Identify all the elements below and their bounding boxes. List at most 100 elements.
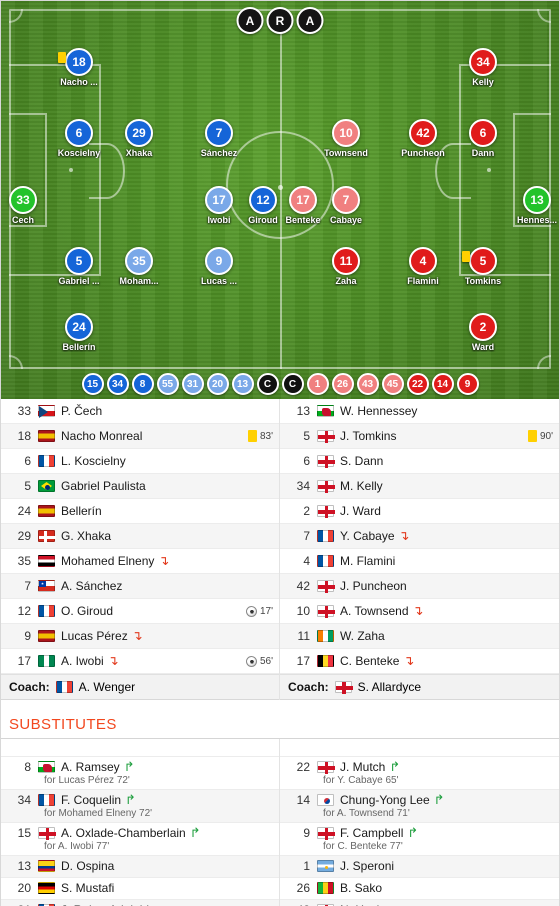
bench-player-13[interactable]: 13 — [231, 373, 254, 395]
lineup-row-home-9[interactable]: 9 Lucas Pérez ↴ — [1, 624, 279, 649]
lineup-number: 13 — [296, 404, 310, 418]
bench-player-45[interactable]: 45 — [381, 373, 404, 395]
nationality-flag-icon — [317, 605, 335, 618]
sub-row-home-15[interactable]: 15 A. Oxlade-Chamberlain ↱ for A. Iwobi 77' — [1, 823, 279, 856]
nationality-flag-icon — [317, 794, 334, 806]
sub-row-away-43[interactable]: 43N. Husin — [280, 900, 559, 906]
lineup-row-home-12[interactable]: 12 O. Giroud 17' — [1, 599, 279, 624]
lineup-row-home-18[interactable]: 18 Nacho Monreal 83' — [1, 424, 279, 449]
competition-badge-1[interactable]: A — [236, 7, 264, 34]
pitch-player-away-42[interactable]: 42 Puncheon — [390, 119, 456, 158]
competition-badge-3[interactable]: A — [296, 7, 324, 34]
lineup-player-name: Lucas Pérez ↴ — [61, 629, 143, 643]
pitch-player-away-5[interactable]: 5 Tomkins — [450, 247, 516, 286]
pitch-player-home-18[interactable]: 18 Nacho ... — [46, 48, 112, 87]
lineup-row-away-34[interactable]: 34 M. Kelly — [280, 474, 559, 499]
lineup-row-home-5[interactable]: 5 Gabriel Paulista — [1, 474, 279, 499]
bench-player-14[interactable]: 14 — [431, 373, 454, 395]
bench-player-9[interactable]: 9 — [456, 373, 479, 395]
lineup-row-home-17[interactable]: 17 A. Iwobi ↴ 56' — [1, 649, 279, 674]
pitch-player-away-11[interactable]: 11 Zaha — [313, 247, 379, 286]
substituted-on-icon: ↱ — [389, 760, 401, 774]
pitch-player-away-6[interactable]: 6 Dann — [450, 119, 516, 158]
lineup-row-away-2[interactable]: 2 J. Ward — [280, 499, 559, 524]
lineup-number: 5 — [24, 479, 31, 493]
pitch-player-home-24[interactable]: 24 Bellerín — [46, 313, 112, 352]
pitch-player-home-7[interactable]: 7 Sánchez — [186, 119, 252, 158]
sub-number: 15 — [17, 826, 31, 840]
bench-coach-icon[interactable]: C — [256, 373, 279, 395]
pitch-player-away-13[interactable]: 13 Hennes... — [504, 186, 559, 225]
bench-player-8[interactable]: 8 — [131, 373, 154, 395]
lineup-number: 24 — [17, 504, 31, 518]
lineup-player-name: C. Benteke ↴ — [340, 654, 415, 668]
lineup-row-home-33[interactable]: 33 P. Čech — [1, 399, 279, 424]
lineup-row-away-11[interactable]: 11 W. Zaha — [280, 624, 559, 649]
player-shirt-number: 33 — [9, 186, 37, 214]
sub-row-away-22[interactable]: 22 J. Mutch ↱ for Y. Cabaye 65' — [280, 757, 559, 790]
pitch-player-away-7[interactable]: 7 Cabaye — [313, 186, 379, 225]
sub-row-away-14[interactable]: 14 Chung-Yong Lee ↱ for A. Townsend 71' — [280, 790, 559, 823]
pitch-player-home-5[interactable]: 5 Gabriel ... — [46, 247, 112, 286]
lineup-row-home-7[interactable]: 7 A. Sánchez — [1, 574, 279, 599]
sub-row-home-13[interactable]: 13 D. Ospina — [1, 856, 279, 878]
lineup-player-name: Gabriel Paulista — [61, 479, 146, 493]
bench-player-26[interactable]: 26 — [331, 373, 354, 395]
sub-row-home-31[interactable]: 31J. Reine-Adelaide — [1, 900, 279, 906]
lineup-row-away-42[interactable]: 42 J. Puncheon — [280, 574, 559, 599]
lineup-player-name: S. Dann — [340, 454, 384, 468]
lineup-player-name: Nacho Monreal — [61, 429, 143, 443]
bench-player-20[interactable]: 20 — [206, 373, 229, 395]
nationality-flag-icon — [317, 655, 334, 667]
sub-row-main: 20 S. Mustafi — [5, 881, 273, 895]
lineup-row-away-10[interactable]: 10 A. Townsend ↴ — [280, 599, 559, 624]
lineup-row-away-5[interactable]: 5 J. Tomkins 90' — [280, 424, 559, 449]
substituted-off-icon: ↴ — [403, 654, 415, 668]
bench-player-43[interactable]: 43 — [356, 373, 379, 395]
sub-row-home-20[interactable]: 20 S. Mustafi — [1, 878, 279, 900]
lineup-row-home-29[interactable]: 29 G. Xhaka — [1, 524, 279, 549]
lineup-row-away-13[interactable]: 13 W. Hennessey — [280, 399, 559, 424]
bench-coach-icon[interactable]: C — [281, 373, 304, 395]
pitch-player-home-9[interactable]: 9 Lucas ... — [186, 247, 252, 286]
lineup-events: 17' — [245, 605, 273, 617]
player-shirt-number: 13 — [523, 186, 551, 214]
lineup-row-away-6[interactable]: 6 S. Dann — [280, 449, 559, 474]
bench-player-22[interactable]: 22 — [406, 373, 429, 395]
bench-player-31[interactable]: 31 — [181, 373, 204, 395]
pitch-player-home-33[interactable]: 33 Cech — [1, 186, 56, 225]
pitch-player-home-29[interactable]: 29 Xhaka — [106, 119, 172, 158]
sub-row-home-8[interactable]: 8 A. Ramsey ↱ for Lucas Pérez 72' — [1, 757, 279, 790]
bench-player-15[interactable]: 15 — [81, 373, 104, 395]
sub-row-away-26[interactable]: 26 B. Sako — [280, 878, 559, 900]
competition-badge-2[interactable]: R — [266, 7, 294, 34]
away-subs-spacer — [280, 739, 559, 757]
sub-row-away-9[interactable]: 9 F. Campbell ↱ for C. Benteke 77' — [280, 823, 559, 856]
bench-player-55[interactable]: 55 — [156, 373, 179, 395]
pitch-player-home-6[interactable]: 6 Koscielny — [46, 119, 112, 158]
sub-row-away-1[interactable]: 1 J. Speroni — [280, 856, 559, 878]
player-shirt-number: 9 — [205, 247, 233, 275]
player-name-label: Zaha — [335, 276, 357, 286]
sub-row-home-34[interactable]: 34 F. Coquelin ↱ for Mohamed Elneny 72' — [1, 790, 279, 823]
lineup-row-away-7[interactable]: 7 Y. Cabaye ↴ — [280, 524, 559, 549]
lineup-row-home-35[interactable]: 35 Mohamed Elneny ↴ — [1, 549, 279, 574]
goal-icon — [245, 655, 257, 667]
lineup-number: 7 — [303, 529, 310, 543]
lineup-number: 17 — [296, 654, 310, 668]
pitch-player-away-4[interactable]: 4 Flamini — [390, 247, 456, 286]
sub-number: 14 — [296, 793, 310, 807]
lineup-row-away-17[interactable]: 17 C. Benteke ↴ — [280, 649, 559, 674]
lineup-row-home-6[interactable]: 6 L. Koscielny — [1, 449, 279, 474]
lineup-events: 90' — [527, 430, 553, 442]
pitch-player-away-10[interactable]: 10 Townsend — [313, 119, 379, 158]
lineup-row-away-4[interactable]: 4 M. Flamini — [280, 549, 559, 574]
lineup-row-home-24[interactable]: 24 Bellerín — [1, 499, 279, 524]
lineup-player-name: A. Sánchez — [61, 579, 123, 593]
pitch-player-away-2[interactable]: 2 Ward — [450, 313, 516, 352]
pitch-player-home-35[interactable]: 35 Moham... — [106, 247, 172, 286]
pitch-player-away-34[interactable]: 34 Kelly — [450, 48, 516, 87]
nationality-flag-icon — [317, 505, 335, 518]
bench-player-1[interactable]: 1 — [306, 373, 329, 395]
bench-player-34[interactable]: 34 — [106, 373, 129, 395]
